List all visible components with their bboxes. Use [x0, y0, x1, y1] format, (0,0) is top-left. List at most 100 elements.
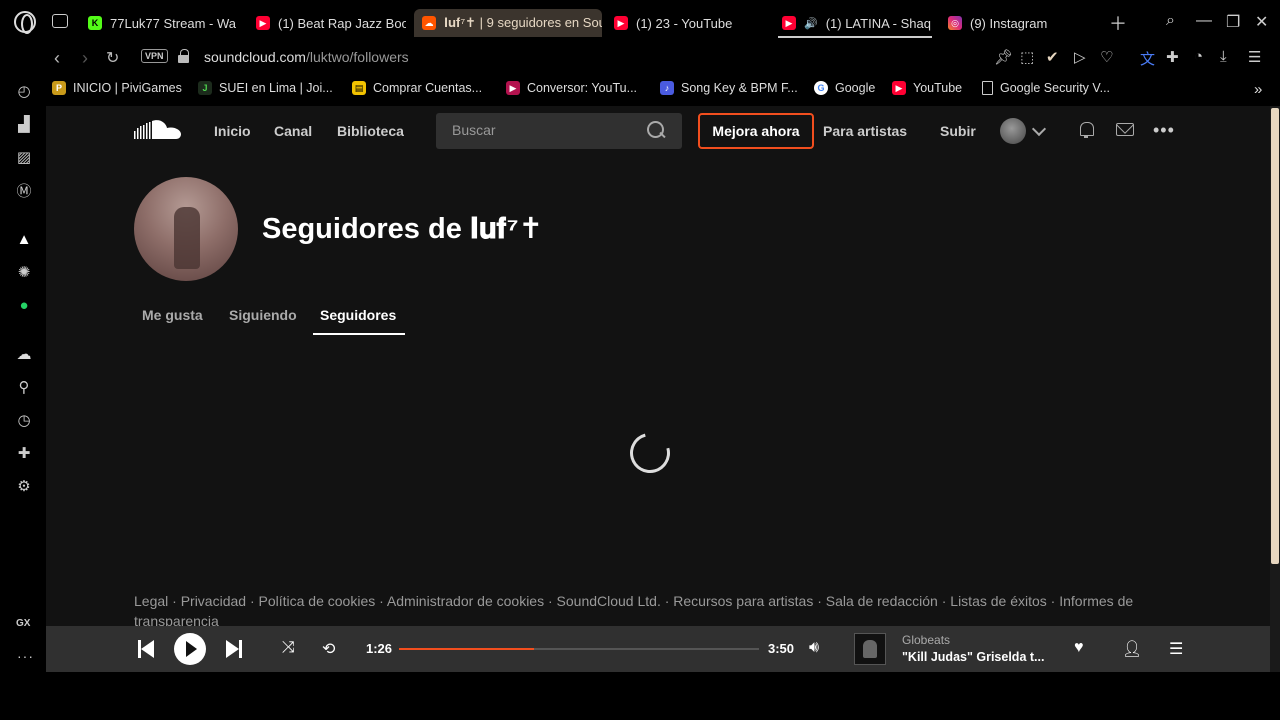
youtube-icon: ▶ — [614, 16, 628, 30]
forward-icon[interactable]: › — [82, 48, 88, 69]
nav-canal[interactable]: Canal — [274, 123, 312, 139]
bookmark-label: Google Security V... — [1000, 81, 1111, 95]
soundcloud-sidebar-icon[interactable]: ☁ — [15, 345, 33, 363]
bookmark-comprar[interactable]: ▤ Comprar Cuentas... — [352, 81, 482, 95]
browser-tab-youtube-beat[interactable]: ▶ (1) Beat Rap Jazz Boo — [248, 10, 406, 36]
extensions-sidebar-icon[interactable]: ✚ — [15, 444, 33, 462]
search-box[interactable]: Buscar — [436, 113, 682, 149]
track-title[interactable]: "Kill Judas" Griselda t... — [902, 650, 1044, 664]
opera-logo-icon[interactable] — [14, 11, 36, 34]
gx-corner-icon[interactable]: ▟ — [15, 115, 33, 133]
shield-check-icon[interactable]: ✔ — [1046, 48, 1059, 66]
nav-inicio[interactable]: Inicio — [214, 123, 251, 139]
translate-icon[interactable]: 文 — [1140, 48, 1155, 69]
send-icon[interactable]: ▷ — [1074, 48, 1086, 66]
bookmark-label: Comprar Cuentas... — [373, 81, 483, 95]
search-icon[interactable] — [646, 120, 666, 140]
close-window-icon[interactable]: ✕ — [1255, 12, 1268, 32]
follow-user-icon[interactable]: 👤︎ — [1122, 639, 1142, 659]
chevron-down-icon[interactable] — [1031, 121, 1047, 137]
browser-tab-kick[interactable]: K 77Luk77 Stream - Wa — [80, 10, 238, 36]
page-title: Seguidores de 𝐈𝐮𝐟⁷✝ — [262, 213, 543, 245]
tab-me-gusta[interactable]: Me gusta — [142, 307, 203, 323]
settings-icon[interactable]: ⚙ — [15, 477, 33, 495]
upload-link[interactable]: Subir — [940, 123, 976, 139]
extensions-icon[interactable]: ✚ — [1166, 48, 1179, 66]
browser-tab-youtube-latina[interactable]: ▶ 🔊 (1) LATINA - Shaq — [774, 10, 932, 36]
browser-tab-youtube-23[interactable]: ▶ (1) 23 - YouTube — [606, 10, 766, 36]
previous-track-icon[interactable] — [138, 640, 154, 658]
soundcloud-header: Inicio Canal Biblioteca Buscar Mejora ah… — [46, 106, 1270, 154]
tab-switcher-icon[interactable] — [52, 14, 68, 28]
minimize-icon[interactable]: — — [1196, 12, 1212, 30]
bookmark-google[interactable]: G Google — [814, 81, 875, 95]
restore-icon[interactable]: ❐ — [1226, 12, 1240, 32]
track-duration: 3:50 — [768, 641, 795, 656]
gx-cleaner-icon[interactable]: ▨ — [15, 148, 33, 166]
user-avatar[interactable] — [1000, 118, 1026, 144]
whatsapp-icon[interactable]: ● — [15, 296, 33, 314]
back-icon[interactable]: ‹ — [54, 48, 60, 69]
speed-dial-icon[interactable]: ◴ — [15, 82, 33, 100]
repeat-icon[interactable]: ⟲ — [322, 639, 335, 659]
like-heart-icon[interactable]: ♥ — [1074, 639, 1084, 657]
search-input[interactable]: Buscar — [452, 122, 496, 138]
next-track-icon[interactable] — [226, 640, 242, 658]
download-icon[interactable]: ⤓ — [1220, 48, 1227, 65]
more-icon[interactable]: ··· — [17, 648, 34, 664]
messages-mail-icon[interactable] — [1116, 123, 1134, 136]
progress-fill — [399, 648, 534, 650]
queue-icon[interactable]: ☰ — [1169, 639, 1183, 659]
profile-avatar[interactable] — [134, 177, 238, 281]
snapshot-icon[interactable]: ⬚ — [1020, 48, 1034, 66]
youtube-icon: ▶ — [256, 16, 270, 30]
bookmark-conversor[interactable]: ▶ Conversor: YouTu... — [506, 81, 637, 95]
tab-seguidores[interactable]: Seguidores — [320, 307, 396, 323]
speaker-icon[interactable]: 🔊 — [804, 17, 818, 30]
easy-setup-icon[interactable]: ☰ — [1248, 48, 1261, 66]
tab-label: (1) LATINA - Shaq — [825, 15, 931, 31]
tab-siguiendo[interactable]: Siguiendo — [229, 307, 297, 323]
tab-label: (9) Instagram — [970, 15, 1048, 31]
bookmark-label: SUEI en Lima | Joi... — [219, 81, 333, 95]
aria-icon[interactable]: ▲ — [15, 230, 33, 248]
soundcloud-logo-icon[interactable] — [134, 119, 182, 141]
nav-biblioteca[interactable]: Biblioteca — [337, 123, 404, 139]
url-field[interactable]: soundcloud.com/luktwo/followers — [204, 49, 409, 65]
profile-icon[interactable]: ◔ — [1194, 48, 1203, 65]
vpn-badge[interactable]: VPN — [141, 49, 168, 63]
bookmark-songkey[interactable]: ♪ Song Key & BPM F... — [660, 81, 798, 95]
track-artwork[interactable] — [854, 633, 886, 665]
chatgpt-icon[interactable]: ✺ — [15, 263, 33, 281]
bookmarks-overflow-icon[interactable]: » — [1254, 81, 1262, 98]
lock-icon[interactable] — [178, 49, 189, 63]
more-options-icon[interactable]: ••• — [1153, 120, 1175, 141]
track-artist[interactable]: Globeats — [902, 633, 950, 647]
for-artists-link[interactable]: Para artistas — [823, 123, 907, 139]
shuffle-icon[interactable]: ⤨ — [282, 639, 295, 657]
volume-icon[interactable]: 🔊︎ — [809, 639, 819, 657]
gx-label[interactable]: GX — [16, 618, 30, 629]
browser-tab-soundcloud[interactable]: ☁ 𝐈𝐮𝐟⁷✝ | 9 seguidores en Sou — [414, 9, 602, 37]
history-icon[interactable]: ◷ — [15, 411, 33, 429]
scrollbar-thumb[interactable] — [1271, 108, 1279, 564]
new-tab-icon[interactable]: ＋ — [1109, 10, 1127, 36]
bookmark-youtube[interactable]: ▶ YouTube — [892, 81, 962, 95]
music-player-icon[interactable]: Ⓜ — [15, 181, 33, 200]
browser-tab-instagram[interactable]: ◎ (9) Instagram — [940, 10, 1080, 36]
pin-icon[interactable]: 📌︎ — [994, 48, 1013, 66]
bookmark-label: Google — [835, 81, 876, 95]
pinboard-icon[interactable]: ⚲ — [15, 378, 33, 396]
footer-links[interactable]: Legal · Privacidad · Política de cookies… — [134, 591, 1174, 631]
bookmark-google-security[interactable]: Google Security V... — [982, 81, 1110, 95]
notifications-bell-icon[interactable] — [1078, 122, 1094, 138]
search-tabs-icon[interactable]: ⌕ — [1166, 12, 1175, 30]
heart-icon[interactable]: ♡ — [1100, 48, 1113, 66]
progress-bar[interactable] — [399, 648, 759, 650]
play-button[interactable] — [174, 633, 206, 665]
bookmark-pivigames[interactable]: P INICIO | PiviGames — [52, 81, 182, 95]
bookmark-joinnus[interactable]: J SUEI en Lima | Joi... — [198, 81, 333, 95]
active-tab-indicator — [313, 333, 405, 335]
upgrade-button[interactable]: Mejora ahora — [698, 113, 814, 149]
reload-icon[interactable]: ↻ — [106, 48, 119, 68]
